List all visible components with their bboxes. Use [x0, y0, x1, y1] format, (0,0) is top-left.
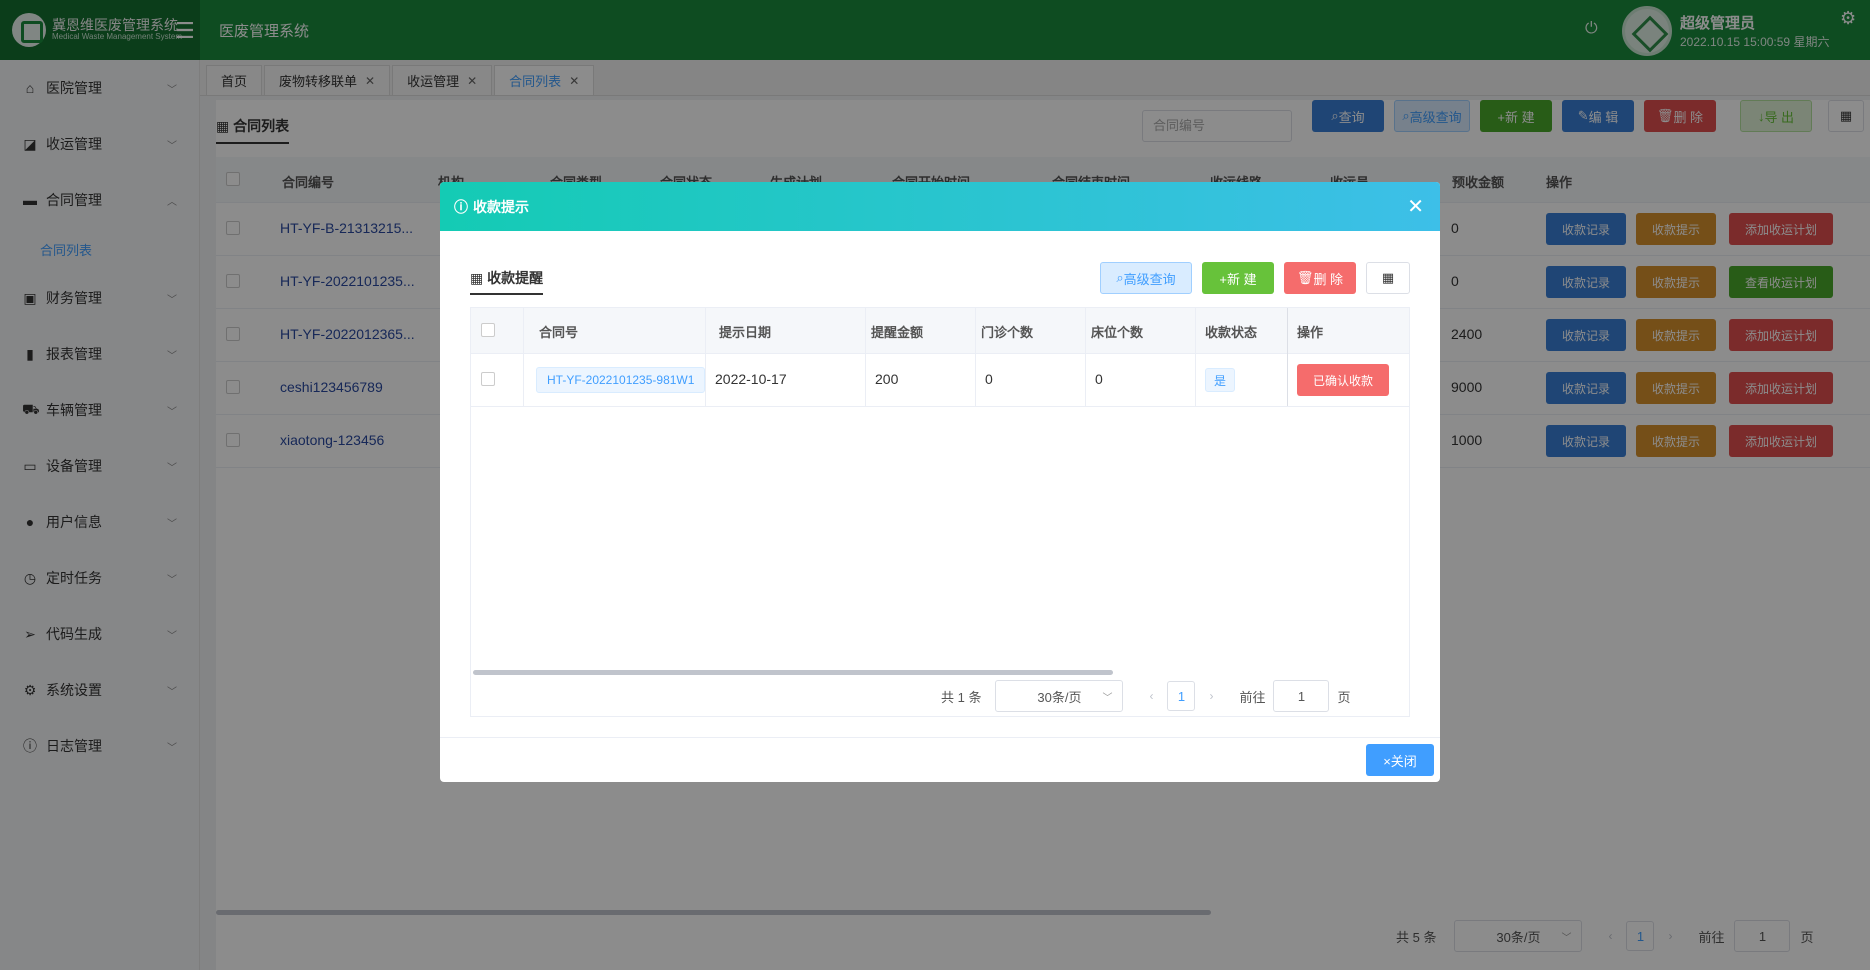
- status-badge: 是: [1205, 368, 1235, 392]
- total-count: 共 1 条: [941, 689, 982, 705]
- chevron-down-icon: ﹀: [1102, 692, 1113, 704]
- select-all-checkbox[interactable]: [481, 323, 495, 337]
- page-size-select[interactable]: 30条/页 ﹀: [995, 680, 1124, 712]
- contract-code-tag[interactable]: HT-YF-2022101235-981W1: [536, 367, 706, 393]
- page-number[interactable]: 1: [1167, 681, 1196, 711]
- advanced-query-button[interactable]: ⌕ 高级查询: [1100, 262, 1192, 294]
- dialog-title: 收款提示: [473, 199, 529, 215]
- delete-button[interactable]: 🗑 删 除: [1284, 262, 1356, 294]
- goto-page-input[interactable]: 1: [1273, 680, 1330, 712]
- info-circle-icon: ⓘ: [454, 199, 468, 215]
- trash-icon: 🗑: [1296, 270, 1314, 285]
- columns-toggle-button[interactable]: ▦: [1366, 262, 1410, 294]
- close-icon[interactable]: ✕: [1407, 194, 1424, 219]
- bed-count: 0: [1095, 371, 1103, 387]
- next-page-icon[interactable]: ›: [1209, 689, 1213, 703]
- new-button[interactable]: +新 建: [1202, 262, 1274, 294]
- grid-icon: ▦: [1381, 270, 1395, 285]
- close-button[interactable]: ×关闭: [1366, 744, 1434, 776]
- reminder-amount: 200: [875, 371, 899, 387]
- grid-icon: ▦: [470, 270, 488, 286]
- table-row: HT-YF-2022101235-981W1 2022-10-17 200 0 …: [471, 354, 1409, 407]
- prev-page-icon[interactable]: ‹: [1149, 689, 1153, 703]
- search-icon: ⌕: [1116, 270, 1124, 285]
- payment-reminder-dialog: ⓘ 收款提示 ✕ ▦ 收款提醒 ⌕ 高级查询 +新 建 🗑 删 除 ▦ 合同号 提示…: [440, 182, 1440, 782]
- confirmed-payment-button[interactable]: 已确认收款: [1297, 364, 1389, 396]
- table-header: 合同号 提示日期 提醒金额 门诊个数 床位个数 收款状态 操作: [471, 308, 1409, 354]
- horizontal-scrollbar[interactable]: [473, 670, 1113, 675]
- section-title: ▦ 收款提醒: [470, 268, 544, 295]
- pagination: 共 1 条 30条/页 ﹀ ‹ 1 › 前往 1 页: [941, 680, 1351, 712]
- dialog-header: ⓘ 收款提示 ✕: [440, 182, 1440, 231]
- clinic-count: 0: [985, 371, 993, 387]
- row-checkbox[interactable]: [481, 372, 495, 386]
- reminder-table: 合同号 提示日期 提醒金额 门诊个数 床位个数 收款状态 操作 HT-YF-20…: [470, 307, 1410, 717]
- reminder-date: 2022-10-17: [715, 371, 787, 387]
- dialog-footer-divider: [440, 737, 1440, 738]
